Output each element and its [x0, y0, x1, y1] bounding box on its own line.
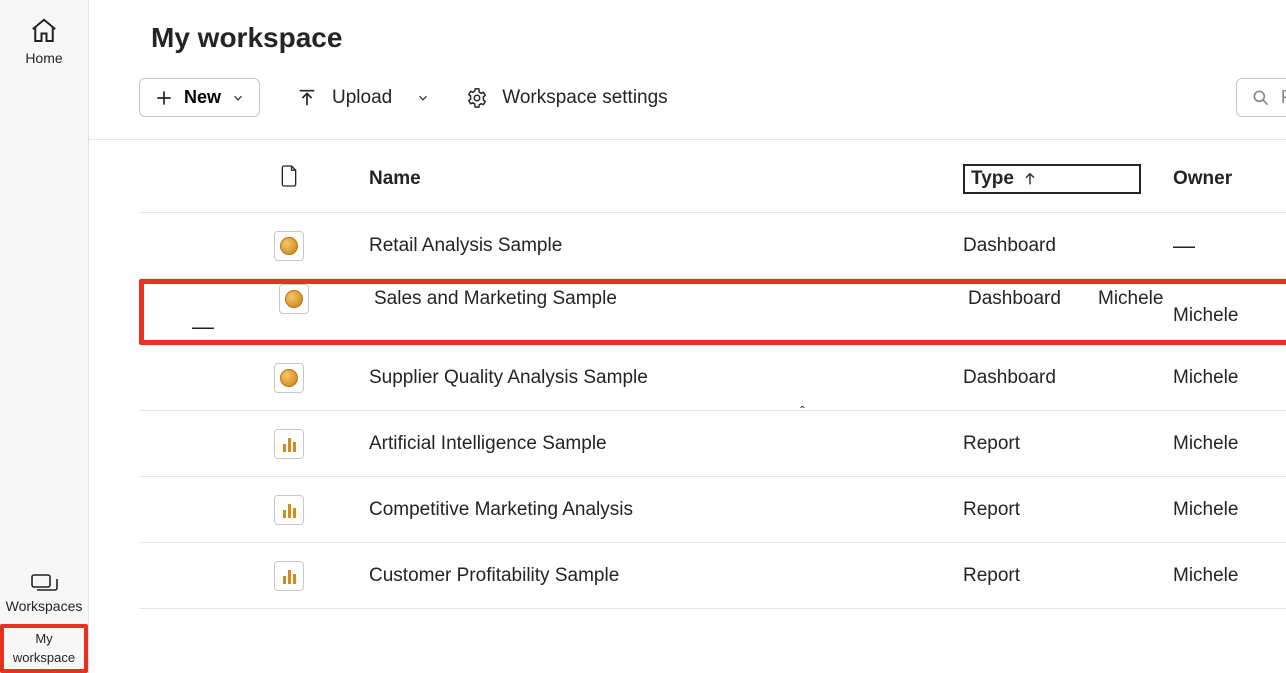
nav-my-workspace-label-2: workspace [13, 651, 75, 665]
content-table: Name Type Owner Refreshed Retail Analysi… [89, 140, 1286, 609]
plus-icon [154, 88, 174, 108]
workspace-settings-label: Workspace settings [502, 87, 667, 109]
col-type[interactable]: Type [963, 164, 1173, 194]
item-owner: Michele [1173, 499, 1286, 521]
item-type: Dashboard [963, 367, 1173, 389]
table-row[interactable]: Supplier Quality Analysis SampleDashboar… [139, 345, 1286, 411]
item-owner: Michele [1098, 288, 1286, 310]
report-icon [274, 495, 304, 525]
table-row[interactable]: Competitive Marketing AnalysisReportMich… [139, 477, 1286, 543]
item-name[interactable]: Sales and Marketing Sample [374, 288, 968, 310]
search-icon [1251, 88, 1271, 108]
sidebar: Home Workspaces My workspace [0, 0, 89, 673]
item-name[interactable]: Competitive Marketing Analysis [369, 499, 963, 521]
sort-asc-icon [1022, 171, 1038, 187]
report-icon [274, 429, 304, 459]
col-owner[interactable]: Owner [1173, 168, 1286, 190]
file-icon [279, 164, 299, 194]
page-title: My workspace [151, 22, 1286, 54]
filter-input-wrapper[interactable] [1236, 78, 1286, 117]
chevron-down-icon [416, 91, 430, 105]
upload-button[interactable]: Upload [296, 87, 430, 109]
item-refreshed: — [144, 314, 214, 340]
filter-input[interactable] [1281, 87, 1286, 108]
dashboard-icon [274, 363, 304, 393]
workspace-settings-button[interactable]: Workspace settings [466, 87, 667, 109]
table-row[interactable]: Artificial Intelligence SampleReportMich… [139, 411, 1286, 477]
item-name[interactable]: Artificial Intelligence Sample [369, 433, 963, 455]
workspaces-icon [29, 572, 59, 594]
new-button-label: New [184, 87, 221, 108]
caret-icon: ˆ [800, 403, 805, 419]
item-type: Dashboard [963, 235, 1173, 257]
nav-my-workspace-label-1: My [35, 632, 52, 646]
item-owner: Michele [1173, 367, 1286, 389]
nav-workspaces-label: Workspaces [6, 598, 83, 614]
item-owner: — [1173, 233, 1286, 259]
dashboard-icon [274, 231, 304, 261]
upload-label: Upload [332, 87, 392, 109]
item-owner: Michele [1173, 433, 1286, 455]
nav-home-label: Home [25, 50, 62, 66]
nav-workspaces[interactable]: Workspaces [0, 566, 88, 624]
item-name[interactable]: Retail Analysis Sample [369, 235, 963, 257]
home-icon [29, 16, 59, 46]
chevron-down-icon [231, 91, 245, 105]
dashboard-icon [279, 284, 309, 314]
item-name[interactable]: Customer Profitability Sample [369, 565, 963, 587]
col-name[interactable]: Name [369, 168, 963, 190]
table-row[interactable]: Sales and Marketing SampleDashboardMiche… [144, 284, 1286, 340]
report-icon [274, 561, 304, 591]
highlighted-row: Sales and Marketing SampleDashboardMiche… [139, 279, 1286, 345]
col-type-label: Type [971, 168, 1014, 190]
new-button[interactable]: New [139, 78, 260, 117]
item-owner: Michele [1173, 565, 1286, 587]
item-type: Report [963, 565, 1173, 587]
item-type: Report [963, 499, 1173, 521]
table-row[interactable]: Customer Profitability SampleReportMiche… [139, 543, 1286, 609]
nav-home[interactable]: Home [0, 10, 88, 76]
gear-icon [466, 87, 488, 109]
nav-my-workspace[interactable]: My workspace [0, 624, 88, 673]
table-row[interactable]: Retail Analysis SampleDashboard—— [139, 213, 1286, 279]
item-type: Dashboard [968, 288, 1098, 310]
item-type: Report [963, 433, 1173, 455]
table-header: Name Type Owner Refreshed [139, 164, 1286, 213]
item-name[interactable]: Supplier Quality Analysis Sample [369, 367, 963, 389]
upload-icon [296, 87, 318, 109]
main: My workspace New Upload [89, 0, 1286, 673]
toolbar: New Upload Workspace se [89, 54, 1286, 140]
